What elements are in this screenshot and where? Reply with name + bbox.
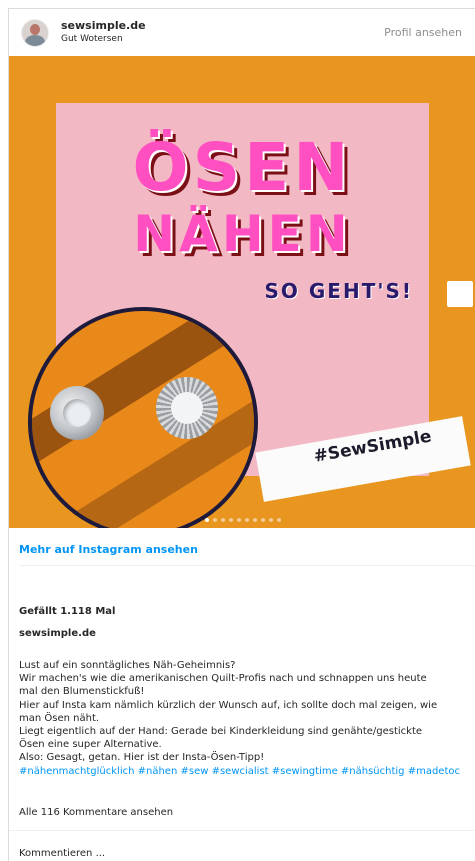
comment-input[interactable] bbox=[19, 848, 459, 859]
avatar-shoulders bbox=[25, 35, 45, 46]
caption-hashtags[interactable]: #nähenmachtglücklich #nähen #sew #sewcia… bbox=[19, 765, 475, 778]
carousel-dot bbox=[236, 517, 241, 522]
caption-line: Wir machen's wie die amerikanischen Quil… bbox=[19, 673, 427, 685]
grommet-photo bbox=[28, 307, 258, 528]
grommet-hole bbox=[63, 399, 91, 427]
caption-line: man Ösen näht. bbox=[19, 712, 100, 724]
more-on-instagram-link[interactable]: Mehr auf Instagram ansehen bbox=[19, 543, 198, 556]
avatar[interactable] bbox=[21, 19, 49, 47]
carousel-dot bbox=[252, 517, 257, 522]
poster-title-line1: ÖSEN bbox=[132, 129, 353, 206]
caption-line: Lust auf ein sonntägliches Näh-Geheimnis… bbox=[19, 660, 236, 671]
divider bbox=[9, 830, 475, 831]
caption-line: Hier auf Insta kam nämlich kürzlich der … bbox=[19, 699, 438, 711]
view-all-comments-link[interactable]: Alle 116 Kommentare ansehen bbox=[19, 807, 173, 818]
poster-title-line2: NÄHEN bbox=[133, 205, 352, 263]
carousel-dot bbox=[276, 517, 281, 522]
divider bbox=[19, 565, 475, 566]
caption-owner[interactable]: sewsimple.de bbox=[19, 628, 96, 639]
stitched-eyelet bbox=[156, 377, 218, 439]
carousel-dot bbox=[228, 517, 233, 522]
carousel-dot bbox=[220, 517, 225, 522]
username[interactable]: sewsimple.de bbox=[61, 19, 146, 32]
carousel-dot bbox=[260, 517, 265, 522]
likes-count[interactable]: Gefällt 1.118 Mal bbox=[19, 606, 115, 617]
location-name[interactable]: Gut Wotersen bbox=[61, 34, 123, 44]
carousel-dot bbox=[268, 517, 273, 522]
caption-line: Ösen eine super Alternative. bbox=[19, 739, 162, 751]
carousel-next-button[interactable] bbox=[447, 281, 473, 307]
post-caption: Lust auf ein sonntägliches Näh-Geheimnis… bbox=[19, 659, 475, 778]
instagram-embed-card: sewsimple.de Gut Wotersen Profil ansehen… bbox=[8, 8, 475, 861]
post-header: sewsimple.de Gut Wotersen Profil ansehen bbox=[9, 9, 475, 56]
carousel-dot bbox=[244, 517, 249, 522]
carousel-indicator bbox=[9, 509, 475, 522]
eyelet-hole bbox=[171, 392, 203, 424]
view-profile-link[interactable]: Profil ansehen bbox=[384, 26, 462, 39]
avatar-face bbox=[30, 24, 40, 35]
post-media[interactable]: ÖSEN NÄHEN SO GEHT'S! #SewSimple bbox=[9, 56, 475, 528]
carousel-dot bbox=[212, 517, 217, 522]
caption-line: mal den Blumenstickfuß! bbox=[19, 686, 145, 698]
carousel-dot bbox=[204, 517, 209, 522]
metal-grommet bbox=[50, 386, 104, 440]
hashtag-strip bbox=[255, 416, 471, 502]
caption-line: Also: Gesagt, getan. Hier ist der Insta-… bbox=[19, 752, 265, 764]
poster-subtitle: SO GEHT'S! bbox=[264, 279, 413, 303]
caption-line: Liegt eigentlich auf der Hand: Gerade be… bbox=[19, 726, 423, 738]
